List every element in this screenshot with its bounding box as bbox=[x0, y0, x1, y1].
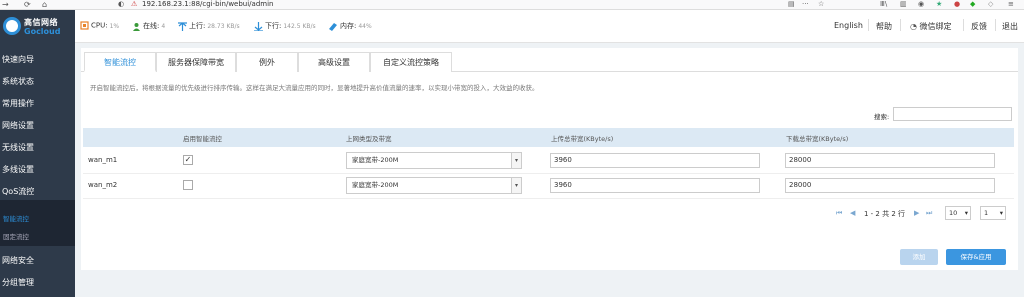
logout-link[interactable]: 退出 bbox=[1002, 21, 1018, 32]
language-link[interactable]: English bbox=[834, 21, 863, 30]
logo-text-en: Gocloud bbox=[24, 27, 61, 36]
sidebar-item-security[interactable]: 网络安全 bbox=[0, 250, 75, 272]
search-label: 搜索: bbox=[874, 113, 890, 121]
pager-info: 1 - 2 共 2 行 bbox=[864, 210, 906, 218]
type-select-value: 家庭宽带-200M bbox=[352, 181, 399, 189]
library-icon[interactable]: Ⅲ\ bbox=[880, 0, 887, 9]
cpu-stat: CPU: 1% bbox=[80, 21, 119, 30]
column-header-enable: 启用智能流控 bbox=[183, 135, 222, 143]
cpu-label: CPU: bbox=[91, 21, 108, 30]
online-value: 4 bbox=[161, 23, 166, 30]
tab-custom-policy[interactable]: 自定义流控策略 bbox=[370, 52, 452, 72]
back-icon[interactable]: → bbox=[2, 0, 9, 9]
tab-advanced[interactable]: 高级设置 bbox=[298, 52, 370, 72]
column-header-upload: 上传总带宽(KByte/s) bbox=[551, 135, 614, 143]
sidebar-subitem-fixed-qos[interactable]: 固定流控 bbox=[0, 231, 75, 241]
table-header bbox=[83, 128, 1014, 147]
download-value: 142.5 KB/s bbox=[283, 23, 316, 30]
extension-icon[interactable]: ● bbox=[954, 0, 960, 9]
download-bandwidth-input[interactable]: 28000 bbox=[785, 153, 995, 168]
sidebar-item-system-status[interactable]: 系统状态 bbox=[0, 71, 75, 93]
memory-label: 内存: bbox=[340, 22, 357, 30]
more-icon[interactable]: ··· bbox=[802, 0, 809, 9]
home-icon[interactable]: ⌂ bbox=[42, 0, 47, 9]
logo: 高信网络 Gocloud bbox=[0, 10, 75, 43]
shield-icon: ◐ bbox=[118, 0, 125, 8]
column-header-type: 上网类型及带宽 bbox=[346, 135, 392, 143]
prev-page-icon[interactable]: ◀ bbox=[850, 209, 855, 217]
logo-icon bbox=[3, 17, 21, 35]
type-select[interactable]: 家庭宽带-200M ▾ bbox=[346, 152, 522, 169]
reader-icon[interactable]: ▤ bbox=[788, 0, 795, 9]
column-header-download: 下载总带宽(KByte/s) bbox=[786, 135, 849, 143]
tab-exceptions[interactable]: 例外 bbox=[236, 52, 298, 72]
enable-checkbox[interactable]: ✓ bbox=[183, 155, 193, 165]
last-page-icon[interactable]: ⏭ bbox=[926, 209, 932, 218]
bookmark-icon[interactable]: ☆ bbox=[818, 0, 824, 9]
row-name: wan_m2 bbox=[88, 181, 118, 189]
chevron-down-icon: ▾ bbox=[964, 209, 968, 217]
online-label: 在线: bbox=[143, 22, 160, 30]
next-page-icon[interactable]: ▶ bbox=[914, 209, 919, 217]
sidebar-subitem-smart-qos[interactable]: 智能流控 bbox=[0, 213, 75, 223]
first-page-icon[interactable]: ⏮ bbox=[836, 209, 842, 218]
tab-smart-qos[interactable]: 智能流控 bbox=[84, 52, 156, 72]
description-text: 开启智能流控后，将根据流量的优先级进行排序传输。这样在满足大流量应用的同时，显著… bbox=[90, 84, 539, 92]
upload-label: 上行: bbox=[189, 22, 206, 30]
chevron-down-icon: ▾ bbox=[999, 209, 1003, 217]
upload-value: 28.73 KB/s bbox=[207, 23, 240, 30]
type-select[interactable]: 家庭宽带-200M ▾ bbox=[346, 177, 522, 194]
type-select-value: 家庭宽带-200M bbox=[352, 156, 399, 164]
account-icon[interactable]: ◉ bbox=[918, 0, 924, 9]
extension-icon[interactable]: ★ bbox=[936, 0, 942, 9]
users-icon bbox=[133, 22, 140, 31]
memory-icon bbox=[329, 22, 337, 31]
chevron-down-icon: ▾ bbox=[511, 153, 521, 168]
wechat-icon: ◔ bbox=[910, 22, 917, 31]
extension-icon[interactable]: ◇ bbox=[988, 0, 993, 9]
upload-icon bbox=[178, 21, 187, 31]
lock-icon: ⚠ bbox=[131, 0, 138, 8]
upload-bandwidth-input[interactable]: 3960 bbox=[550, 178, 760, 193]
download-icon bbox=[254, 21, 263, 31]
sidebar-icon[interactable]: ▥ bbox=[900, 0, 907, 9]
page-value: 1 bbox=[984, 209, 989, 217]
feedback-link[interactable]: 反馈 bbox=[971, 21, 987, 32]
page-select[interactable]: 1 ▾ bbox=[980, 206, 1006, 220]
enable-checkbox[interactable] bbox=[183, 180, 193, 190]
reload-icon[interactable]: ⟳ bbox=[24, 0, 31, 9]
row-name: wan_m1 bbox=[88, 156, 118, 164]
sidebar-item-groups[interactable]: 分组管理 bbox=[0, 272, 75, 294]
browser-bar: → ⟳ ⌂ ◐ ⚠ 192.168.23.1:88/cgi-bin/webui/… bbox=[0, 0, 1024, 10]
cpu-icon bbox=[80, 21, 89, 30]
help-link[interactable]: 帮助 bbox=[876, 21, 892, 32]
download-label: 下行: bbox=[265, 22, 282, 30]
wechat-bind-link[interactable]: ◔ 微信绑定 bbox=[910, 21, 952, 32]
cpu-value: 1% bbox=[109, 22, 120, 30]
wechat-label: 微信绑定 bbox=[919, 22, 952, 31]
sidebar-item-quick-guide[interactable]: 快速向导 bbox=[0, 49, 75, 71]
sidebar-item-network[interactable]: 网络设置 bbox=[0, 115, 75, 137]
sidebar-item-wireless[interactable]: 无线设置 bbox=[0, 137, 75, 159]
menu-icon[interactable]: ≡ bbox=[1008, 0, 1014, 9]
extension-icon[interactable]: ◆ bbox=[970, 0, 975, 9]
upload-stat: 上行: 28.73 KB/s bbox=[178, 21, 240, 31]
save-apply-button[interactable]: 保存&应用 bbox=[946, 249, 1006, 265]
sidebar-item-common-ops[interactable]: 常用操作 bbox=[0, 93, 75, 115]
search-input[interactable] bbox=[893, 107, 1012, 121]
memory-value: 44% bbox=[358, 23, 372, 30]
download-stat: 下行: 142.5 KB/s bbox=[254, 21, 316, 31]
memory-stat: 内存: 44% bbox=[328, 21, 372, 31]
upload-bandwidth-input[interactable]: 3960 bbox=[550, 153, 760, 168]
page-size-select[interactable]: 10 ▾ bbox=[945, 206, 971, 220]
page-size-value: 10 bbox=[949, 209, 958, 217]
url-bar[interactable]: 192.168.23.1:88/cgi-bin/webui/admin bbox=[142, 0, 273, 9]
download-bandwidth-input[interactable]: 28000 bbox=[785, 178, 995, 193]
online-stat: 在线: 4 bbox=[132, 21, 165, 31]
sidebar-item-multiline[interactable]: 多线设置 bbox=[0, 159, 75, 181]
add-button[interactable]: 添加 bbox=[900, 249, 938, 265]
chevron-down-icon: ▾ bbox=[511, 178, 521, 193]
tab-server-bandwidth[interactable]: 服务器保障带宽 bbox=[156, 52, 236, 72]
